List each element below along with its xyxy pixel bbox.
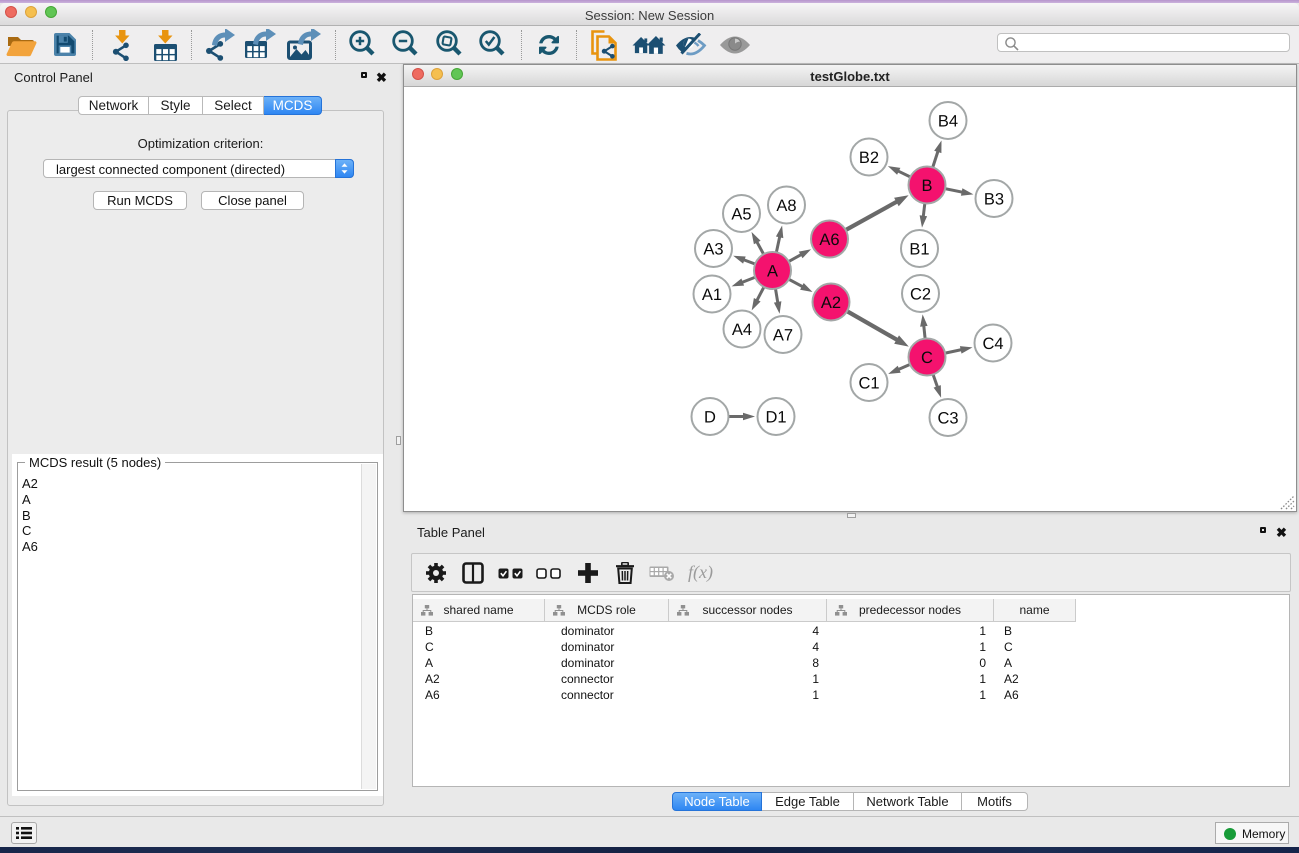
svg-text:B1: B1 [909,240,929,258]
svg-text:B2: B2 [859,149,879,167]
svg-text:A6: A6 [819,231,839,249]
svg-text:A3: A3 [703,240,723,258]
svg-text:A8: A8 [776,197,796,215]
svg-text:A1: A1 [702,286,722,304]
svg-text:A7: A7 [773,326,793,344]
svg-text:B4: B4 [938,112,958,130]
svg-text:C3: C3 [937,409,958,427]
svg-text:D1: D1 [765,408,786,426]
svg-text:D: D [704,408,716,426]
svg-text:A4: A4 [732,321,752,339]
svg-text:B: B [921,177,932,195]
svg-text:C1: C1 [858,374,879,392]
svg-text:C4: C4 [982,335,1003,353]
svg-text:B3: B3 [984,190,1004,208]
svg-text:A2: A2 [821,294,841,312]
svg-text:C2: C2 [910,285,931,303]
svg-text:A: A [767,262,778,280]
svg-text:A5: A5 [731,205,751,223]
svg-text:C: C [921,349,933,367]
